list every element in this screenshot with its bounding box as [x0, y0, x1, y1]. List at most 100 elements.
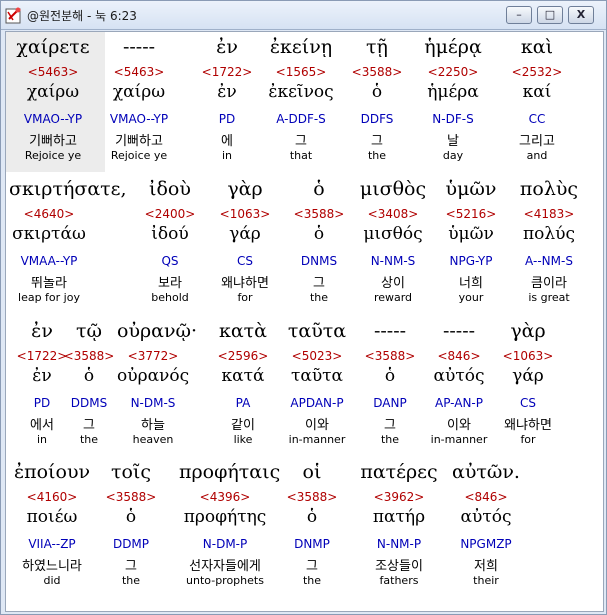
interlinear-text-area[interactable]: χαίρετε <5463> χαίρω VMAO--YP 기뻐하고 Rejoice ye…	[5, 31, 604, 612]
lemma: ὁ	[83, 366, 95, 386]
english-gloss: Rejoice ye	[110, 149, 168, 162]
strong-number[interactable]: <1063>	[492, 349, 564, 363]
parse-code: QS	[161, 254, 179, 268]
korean-gloss: 기뻐하고	[115, 134, 163, 149]
strong-number[interactable]: <5216>	[431, 207, 511, 221]
greek-word[interactable]: αὐτῶν.	[440, 461, 532, 483]
greek-word[interactable]: προφήταις	[179, 461, 280, 483]
strong-number[interactable]: <846>	[423, 349, 495, 363]
parse-code: CS	[520, 396, 536, 410]
greek-word[interactable]: ταῦτα	[281, 320, 353, 342]
english-gloss: like	[233, 433, 253, 446]
greek-word[interactable]: γὰρ	[205, 178, 285, 200]
greek-word[interactable]: μισθὸς	[353, 178, 433, 200]
strong-number[interactable]: <5023>	[281, 349, 353, 363]
minimize-button[interactable]: –	[506, 6, 532, 24]
lemma: ὁ	[306, 507, 318, 527]
lemma: ἰδού	[151, 224, 189, 244]
maximize-button[interactable]: □	[537, 6, 563, 24]
strong-number[interactable]: <4396>	[179, 490, 271, 504]
parse-code: A--NM-S	[525, 254, 573, 268]
korean-gloss: 이와	[447, 418, 471, 433]
strong-number[interactable]: <3772>	[117, 349, 189, 363]
lemma: ὁ	[313, 224, 325, 244]
lemma: χαίρω	[26, 82, 80, 102]
strong-number[interactable]: <3962>	[353, 490, 445, 504]
greek-word[interactable]: ἐκείνῃ	[257, 36, 345, 58]
parse-code: DDFS	[360, 112, 394, 126]
english-gloss: the	[302, 574, 322, 587]
greek-word[interactable]: ὁ	[279, 178, 359, 200]
strong-number[interactable]: <3588>	[279, 207, 359, 221]
strong-number[interactable]: <4640>	[9, 207, 89, 221]
english-gloss: for	[520, 433, 536, 446]
parse-code: VMAA--YP	[20, 254, 78, 268]
english-gloss: their	[473, 574, 499, 587]
strong-number[interactable]: <2532>	[493, 65, 581, 79]
greek-word[interactable]: οὐρανῷ·	[117, 320, 197, 342]
strong-number[interactable]: <846>	[440, 490, 532, 504]
english-gloss: and	[526, 149, 548, 162]
parse-code: VMAO--YP	[23, 112, 83, 126]
greek-word[interactable]: ἰδοὺ	[130, 178, 210, 200]
strong-number[interactable]: <1565>	[257, 65, 345, 79]
korean-gloss: 큼이라	[531, 276, 567, 291]
strong-number[interactable]: <4183>	[509, 207, 589, 221]
strong-number[interactable]: <3588>	[53, 349, 125, 363]
parse-code: DNMP	[294, 537, 330, 551]
korean-gloss: 그	[83, 418, 95, 433]
english-gloss: is great	[528, 291, 570, 304]
strong-number[interactable]: <5463>	[9, 65, 97, 79]
greek-word[interactable]: κατὰ	[207, 320, 279, 342]
greek-word[interactable]: τῇ	[333, 36, 421, 58]
strong-number[interactable]: <5463>	[95, 65, 183, 79]
greek-word[interactable]: γὰρ	[492, 320, 564, 342]
parse-code: PA	[235, 396, 251, 410]
greek-word[interactable]: ἡμέρᾳ	[409, 36, 497, 58]
greek-word[interactable]: σκιρτήσατε,	[9, 178, 127, 200]
korean-gloss: 같이	[231, 418, 255, 433]
greek-word[interactable]: πολὺς	[509, 178, 589, 200]
greek-word[interactable]: -----	[423, 320, 495, 342]
greek-word[interactable]: καὶ	[493, 36, 581, 58]
strong-number[interactable]: <3588>	[354, 349, 426, 363]
parse-code: DANP	[373, 396, 407, 410]
korean-gloss: 그	[371, 134, 383, 149]
strong-number[interactable]: <2596>	[207, 349, 279, 363]
korean-gloss: 그리고	[519, 134, 555, 149]
strong-number[interactable]: <3588>	[266, 490, 358, 504]
korean-gloss: 조상들이	[375, 559, 423, 574]
korean-gloss: 그	[313, 276, 325, 291]
korean-gloss: 그	[125, 559, 137, 574]
lemma: ἐκεῖνος	[268, 82, 334, 102]
strong-number[interactable]: <3588>	[333, 65, 421, 79]
interlinear-window: @원전분해 - 눅 6:23 – □ X χαίρετε <5463> χαίρω V…	[0, 0, 607, 615]
greek-word[interactable]: ὑμῶν	[431, 178, 511, 200]
english-gloss: in-manner	[288, 433, 346, 446]
strong-number[interactable]: <3588>	[85, 490, 177, 504]
parse-code: NPG-YP	[449, 254, 493, 268]
greek-word[interactable]: -----	[95, 36, 183, 58]
korean-gloss: 보라	[158, 276, 182, 291]
strong-number[interactable]: <2400>	[130, 207, 210, 221]
parse-code: N-DM-P	[202, 537, 248, 551]
greek-word[interactable]: χαίρετε	[9, 36, 97, 58]
greek-word[interactable]: τοῖς	[85, 461, 177, 483]
korean-gloss: 하늘	[141, 418, 165, 433]
lemma: ἡμέρα	[427, 82, 479, 102]
greek-word[interactable]: πατέρες	[353, 461, 445, 483]
lemma: ὑμῶν	[448, 224, 494, 244]
english-gloss: in-manner	[430, 433, 488, 446]
greek-word[interactable]: τῷ	[53, 320, 125, 342]
close-button[interactable]: X	[568, 6, 594, 24]
english-gloss: for	[237, 291, 253, 304]
lemma: οὐρανός	[117, 366, 190, 386]
strong-number[interactable]: <3408>	[353, 207, 433, 221]
strong-number[interactable]: <2250>	[409, 65, 497, 79]
parse-code: NPGMZP	[460, 537, 512, 551]
greek-word[interactable]: οἱ	[266, 461, 358, 483]
title-bar[interactable]: @원전분해 - 눅 6:23 – □ X	[1, 1, 606, 30]
greek-word[interactable]: -----	[354, 320, 426, 342]
strong-number[interactable]: <1063>	[205, 207, 285, 221]
korean-gloss: 왜냐하면	[221, 276, 269, 291]
